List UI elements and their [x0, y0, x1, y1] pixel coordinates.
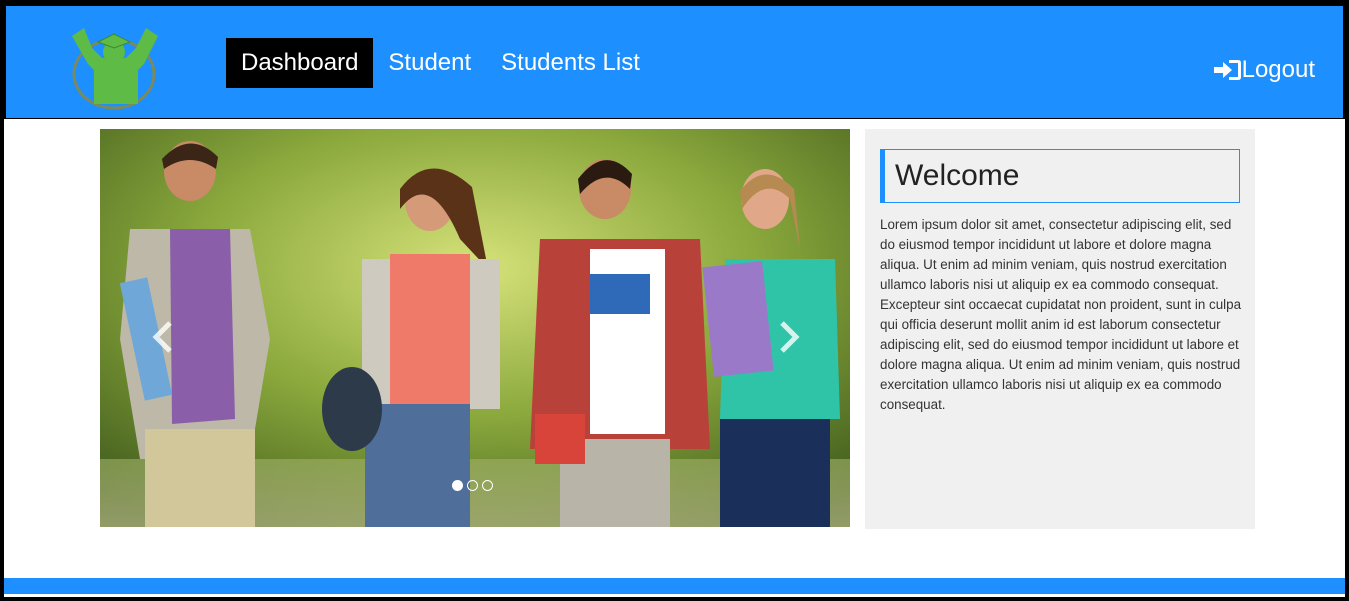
carousel-prev-button[interactable]	[148, 317, 178, 357]
footer-copyright: Copyright © 2020 student information sys…	[0, 595, 1349, 601]
nav-dashboard[interactable]: Dashboard	[226, 38, 374, 88]
chevron-right-icon	[780, 321, 800, 353]
logout-label: Logout	[1241, 56, 1315, 83]
welcome-text: Lorem ipsum dolor sit amet, consectetur …	[880, 217, 1242, 412]
footer-bar	[4, 578, 1345, 594]
carousel-dot[interactable]	[452, 480, 463, 491]
welcome-panel: Welcome Lorem ipsum dolor sit amet, cons…	[865, 129, 1255, 529]
carousel-dot[interactable]	[467, 480, 478, 491]
header-bar: Dashboard Student Students List Logout	[4, 4, 1345, 119]
carousel-dot[interactable]	[482, 480, 493, 491]
main-nav: Dashboard Student Students List	[226, 38, 655, 88]
chevron-left-icon	[152, 321, 172, 353]
nav-students-list[interactable]: Students List	[486, 38, 655, 88]
nav-student[interactable]: Student	[373, 38, 486, 88]
students-photo	[100, 129, 850, 527]
graduate-logo-icon[interactable]	[64, 18, 174, 112]
carousel-next-button[interactable]	[774, 317, 804, 357]
logout-button[interactable]: Logout	[1213, 50, 1315, 90]
sign-in-icon	[1213, 60, 1241, 80]
carousel-indicators	[452, 480, 493, 491]
welcome-title: Welcome	[880, 149, 1240, 203]
image-carousel[interactable]	[100, 129, 850, 527]
